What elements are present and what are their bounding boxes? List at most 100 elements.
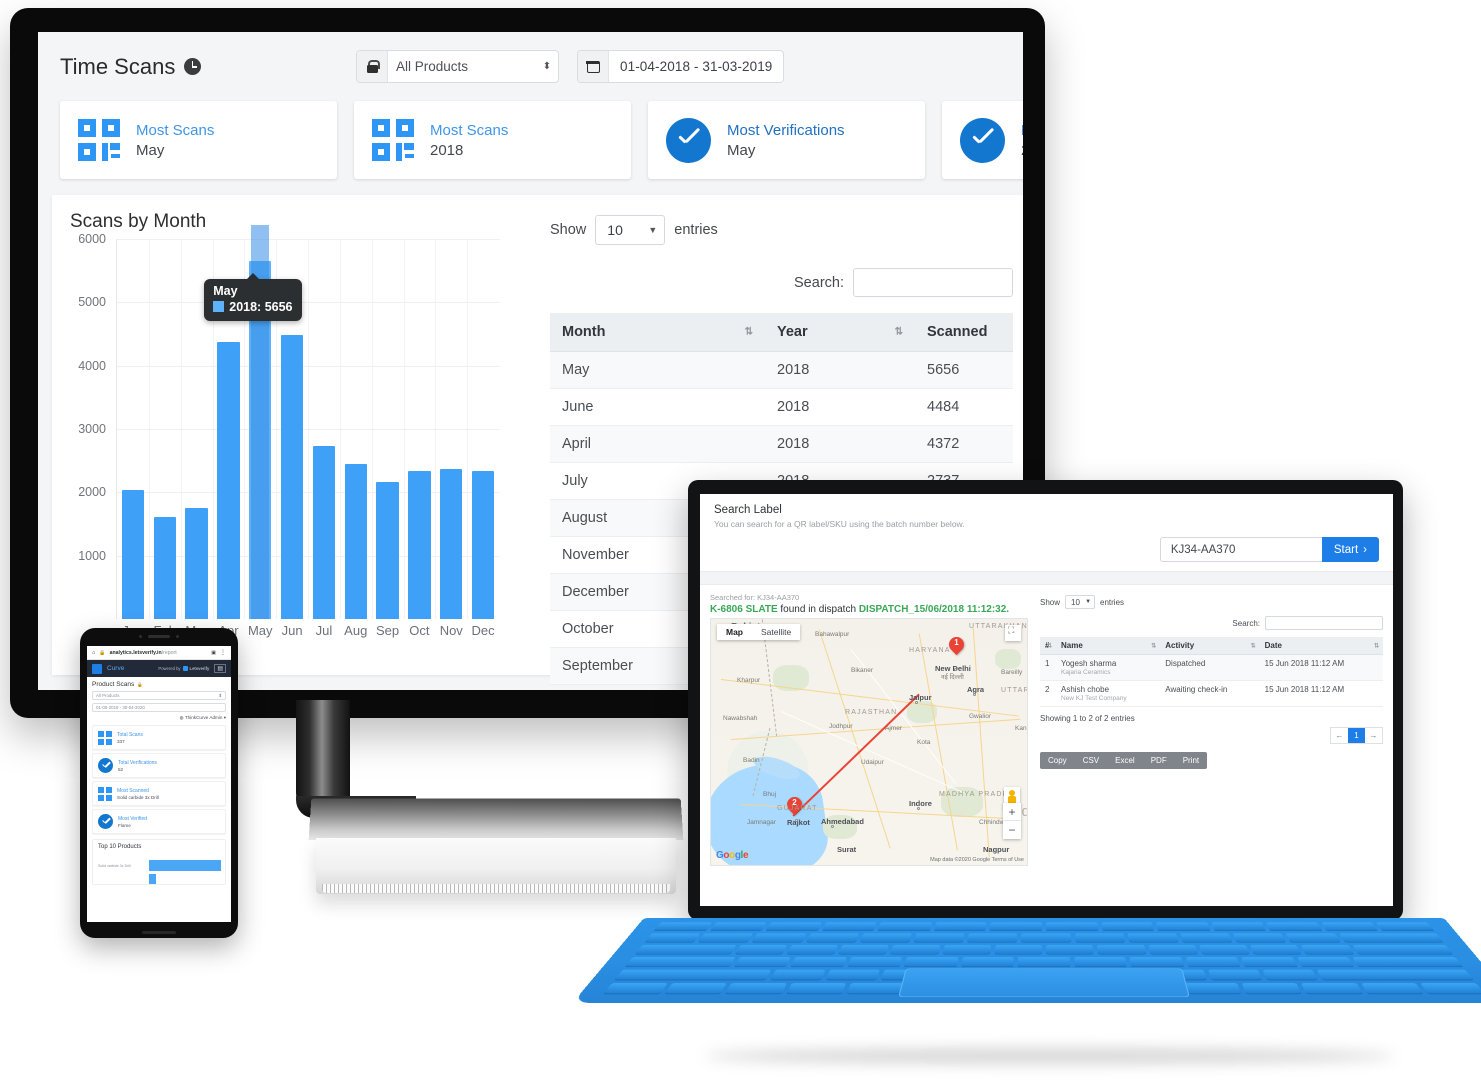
keyboard-key[interactable]: [624, 956, 736, 968]
export-button-csv[interactable]: CSV: [1075, 752, 1107, 769]
search-input[interactable]: [853, 268, 1013, 297]
keyboard-key[interactable]: [1127, 933, 1179, 943]
keyboard-key[interactable]: [765, 922, 822, 932]
start-button[interactable]: Start ›: [1321, 537, 1379, 562]
keyboard-key[interactable]: [942, 944, 991, 955]
chart-bar[interactable]: [376, 481, 399, 619]
keyboard-key[interactable]: [913, 933, 965, 943]
keyboard-key[interactable]: [1148, 944, 1198, 955]
keyboard-key[interactable]: [989, 922, 1042, 932]
keyboard-key[interactable]: [786, 944, 838, 955]
keyboard-key[interactable]: [1338, 933, 1444, 943]
keyboard-key[interactable]: [838, 944, 889, 955]
keyboard-key[interactable]: [994, 944, 1042, 955]
column-header-date[interactable]: Date ⇅: [1259, 637, 1383, 655]
keyboard-key[interactable]: [1262, 969, 1318, 981]
keyboard-key[interactable]: [1376, 922, 1435, 932]
column-header-activity[interactable]: Activity ⇅: [1160, 637, 1260, 655]
column-header-month[interactable]: Month ⇅: [550, 313, 765, 352]
keyboard-key[interactable]: [1208, 969, 1263, 981]
keyboard-key[interactable]: [709, 922, 767, 932]
keyboard-key[interactable]: [904, 956, 959, 968]
keyboard-key[interactable]: [1074, 956, 1127, 968]
product-filter-select[interactable]: All Products ⬍: [356, 50, 559, 83]
trackpad[interactable]: [898, 968, 1190, 998]
keyboard-key[interactable]: [1074, 933, 1125, 943]
map-tab-satellite[interactable]: Satellite: [752, 624, 800, 640]
keyboard-key[interactable]: [770, 969, 826, 981]
keyboard-key[interactable]: [859, 933, 912, 943]
zoom-in-button[interactable]: +: [1003, 803, 1021, 821]
table-row[interactable]: April 2018 4372: [550, 425, 1013, 463]
keyboard-key[interactable]: [1101, 922, 1155, 932]
keyboard-key[interactable]: [1266, 922, 1323, 932]
keyboard-key[interactable]: [752, 933, 807, 943]
keyboard-key[interactable]: [790, 956, 847, 968]
table-row[interactable]: May 2018 5656: [550, 351, 1013, 389]
chart-bar[interactable]: [185, 507, 208, 619]
chart-bar[interactable]: [344, 463, 367, 619]
map-tab-map[interactable]: Map: [717, 624, 752, 640]
keyboard-key[interactable]: [1241, 983, 1303, 995]
chart-bar[interactable]: [440, 468, 463, 619]
pagination-next[interactable]: →: [1365, 728, 1382, 743]
keyboard-key[interactable]: [1321, 922, 1379, 932]
keyboard-key[interactable]: [698, 933, 754, 943]
page-size-select[interactable]: 10 ▼: [1065, 595, 1096, 609]
keyboard-key[interactable]: [1420, 983, 1481, 995]
chart-bar[interactable]: [121, 489, 145, 619]
map-zoom-control[interactable]: + −: [1003, 803, 1021, 839]
map-pin-1[interactable]: 1: [945, 633, 968, 657]
keyboard-key[interactable]: [1046, 944, 1094, 955]
keyboard-key[interactable]: [1199, 944, 1250, 955]
keyboard-key[interactable]: [1301, 983, 1364, 995]
keyboard-key[interactable]: [1185, 956, 1241, 968]
phone-browser-bar[interactable]: ⌂ 🔒 analytics.letsverify.in/report ▣ ⋮: [87, 646, 231, 660]
column-header-num[interactable]: # ⇅: [1040, 637, 1056, 655]
export-button-pdf[interactable]: PDF: [1143, 752, 1175, 769]
tabs-icon[interactable]: ▣: [211, 650, 216, 656]
column-header-scanned[interactable]: Scanned: [915, 313, 1013, 352]
keyboard-key[interactable]: [1351, 944, 1454, 955]
stat-card-most-scans-month[interactable]: Most Scans May: [60, 101, 337, 179]
keyboard-key[interactable]: [1241, 956, 1298, 968]
keyboard-key[interactable]: [602, 983, 668, 995]
export-button-print[interactable]: Print: [1175, 752, 1207, 769]
keyboard-key[interactable]: [1021, 933, 1071, 943]
keyboard-key[interactable]: [890, 944, 940, 955]
keyboard-key[interactable]: [933, 922, 987, 932]
column-header-name[interactable]: Name ⇅: [1056, 637, 1161, 655]
keyboard-key[interactable]: [733, 956, 792, 968]
keyboard-key[interactable]: [1156, 922, 1211, 932]
keyboard-key[interactable]: [1180, 933, 1233, 943]
keyboard-key[interactable]: [644, 933, 701, 943]
chart-bar[interactable]: [153, 517, 176, 619]
column-header-year[interactable]: Year ⇅: [765, 313, 915, 352]
chart-bar[interactable]: [471, 470, 495, 619]
keyboard-key[interactable]: [653, 922, 712, 932]
export-button-excel[interactable]: Excel: [1107, 752, 1143, 769]
keyboard-key[interactable]: [634, 944, 737, 955]
stat-card-most-verifications-year[interactable]: Most Verifications 2018: [942, 101, 1023, 179]
keyboard-key[interactable]: [1017, 956, 1071, 968]
home-icon[interactable]: ⌂: [92, 650, 95, 656]
chart-bar[interactable]: [312, 445, 336, 619]
pagination-page-1[interactable]: 1: [1348, 728, 1365, 743]
keyboard-key[interactable]: [825, 969, 880, 981]
phone-stat-card[interactable]: Total Verifications 52: [92, 753, 226, 778]
keyboard-key[interactable]: [663, 983, 727, 995]
stat-card-most-verifications-month[interactable]: Most Verifications May: [648, 101, 925, 179]
keyboard-key[interactable]: [1233, 933, 1287, 943]
chart-bar[interactable]: [217, 342, 240, 619]
chart-bar[interactable]: [280, 335, 304, 619]
keyboard-key[interactable]: [821, 922, 877, 932]
keyboard-key[interactable]: [1361, 983, 1425, 995]
keyboard-key[interactable]: [1352, 956, 1464, 968]
menu-icon[interactable]: ▤: [214, 664, 226, 673]
keyboard-key[interactable]: [877, 922, 932, 932]
export-button-copy[interactable]: Copy: [1040, 752, 1075, 769]
zoom-out-button[interactable]: −: [1003, 821, 1021, 839]
phone-product-filter[interactable]: All Products ⬍: [92, 691, 226, 700]
keyboard-key[interactable]: [785, 983, 847, 995]
keyboard-key[interactable]: [961, 956, 1014, 968]
